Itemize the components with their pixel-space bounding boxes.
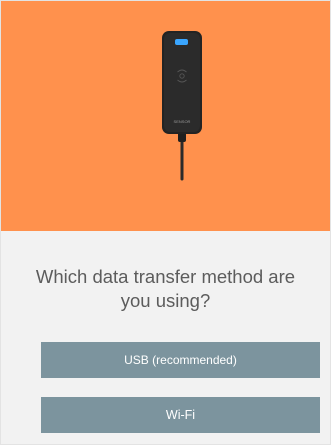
setup-card: SENSOR Which data transfer method are yo… bbox=[0, 0, 331, 445]
hero-banner: SENSOR bbox=[1, 1, 330, 231]
wifi-option-button[interactable]: Wi-Fi bbox=[41, 397, 320, 433]
device-badge: SENSOR bbox=[174, 119, 191, 124]
usb-option-button[interactable]: USB (recommended) bbox=[41, 342, 320, 378]
device-illustration: SENSOR bbox=[162, 31, 202, 181]
question-heading: Which data transfer method are you using… bbox=[35, 266, 296, 311]
status-light bbox=[175, 39, 188, 45]
device-face bbox=[164, 33, 200, 132]
